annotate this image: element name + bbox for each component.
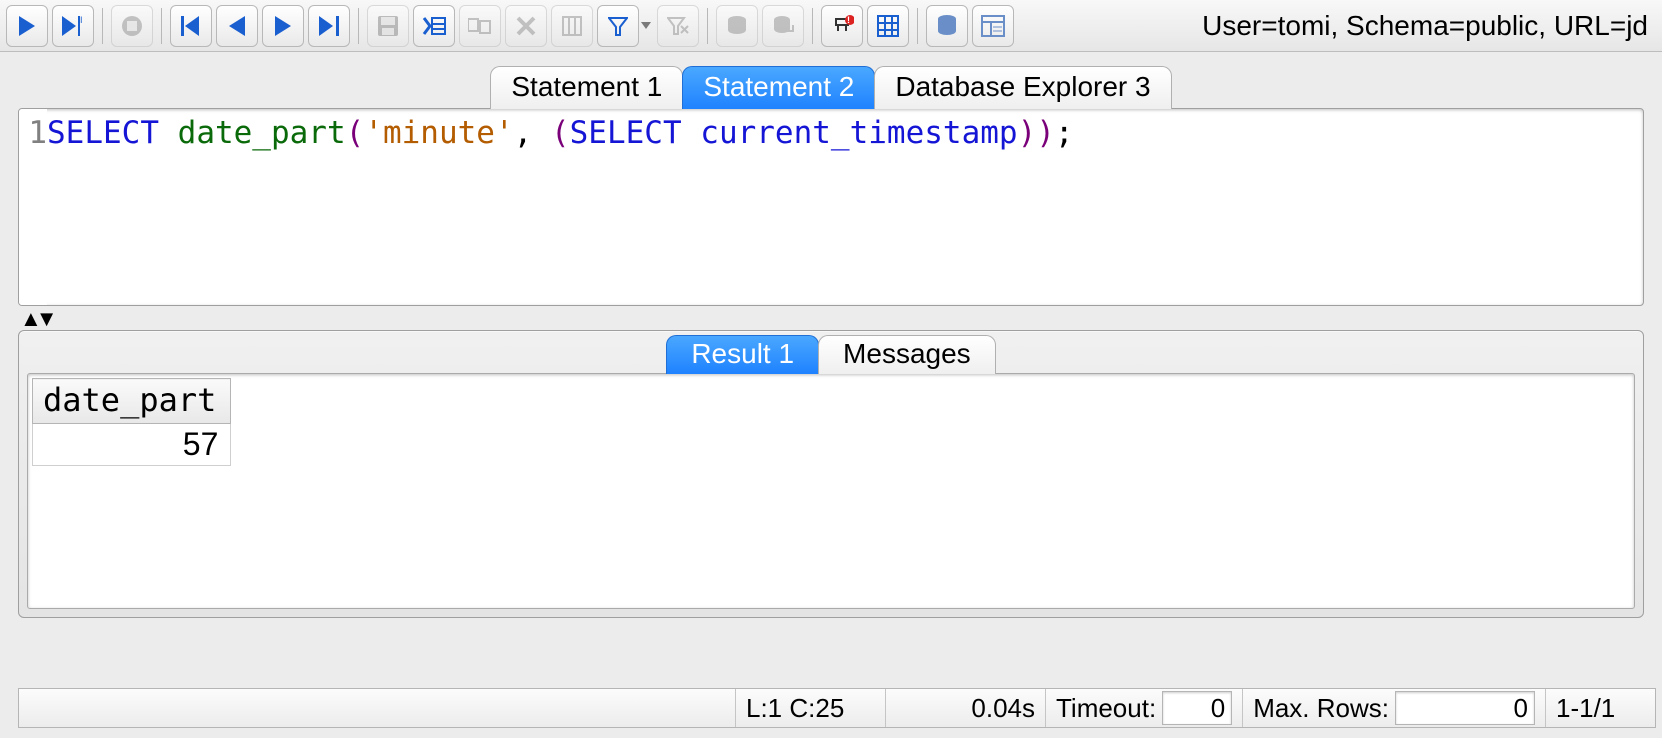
delete-row-button[interactable] [505, 5, 547, 47]
filter-button[interactable] [597, 5, 639, 47]
status-spacer [19, 689, 735, 727]
timeout-label: Timeout: [1056, 693, 1156, 724]
grid-options-button[interactable] [867, 5, 909, 47]
main-panel: Statement 1 Statement 2 Database Explore… [18, 66, 1644, 618]
toolbar: I [0, 0, 1662, 52]
run-button[interactable] [6, 5, 48, 47]
next-record-button[interactable] [262, 5, 304, 47]
timeout-input[interactable] [1162, 691, 1232, 725]
sql-editor[interactable]: 1 SELECT date_part('minute', (SELECT cur… [18, 108, 1644, 306]
insert-row-button[interactable] [413, 5, 455, 47]
column-header[interactable]: date_part [33, 379, 231, 424]
result-panel: Result 1 Messages date_part 57 [18, 330, 1644, 618]
tab-statement-1[interactable]: Statement 1 [490, 66, 683, 109]
svg-text:I: I [80, 16, 83, 25]
maxrows-field: Max. Rows: [1242, 689, 1545, 727]
status-bar: L:1 C:25 0.04s Timeout: Max. Rows: 1-1/1 [18, 688, 1656, 728]
prev-record-button[interactable] [216, 5, 258, 47]
tab-result-1[interactable]: Result 1 [666, 335, 819, 374]
statement-tabs: Statement 1 Statement 2 Database Explore… [18, 66, 1644, 108]
select-columns-button[interactable] [551, 5, 593, 47]
save-button[interactable] [367, 5, 409, 47]
stop-button[interactable] [111, 5, 153, 47]
run-cursor-button[interactable]: I [52, 5, 94, 47]
cell-value[interactable]: 57 [33, 424, 231, 466]
commit-button[interactable] [716, 5, 758, 47]
show-details-button[interactable] [972, 5, 1014, 47]
line-number: 1 [19, 109, 47, 305]
sql-code[interactable]: SELECT date_part('minute', (SELECT curre… [47, 109, 1074, 305]
reconnect-button[interactable]: ! [821, 5, 863, 47]
elapsed-time: 0.04s [885, 689, 1045, 727]
tab-messages[interactable]: Messages [818, 335, 996, 374]
cursor-position: L:1 C:25 [735, 689, 885, 727]
tab-statement-2[interactable]: Statement 2 [682, 66, 875, 109]
timeout-field: Timeout: [1045, 689, 1242, 727]
connection-label: User=tomi, Schema=public, URL=jd [1202, 10, 1656, 42]
copy-row-button[interactable] [459, 5, 501, 47]
table-row: 57 [33, 424, 231, 466]
clear-filter-button[interactable] [657, 5, 699, 47]
rollback-button[interactable] [762, 5, 804, 47]
maxrows-label: Max. Rows: [1253, 693, 1389, 724]
row-range: 1-1/1 [1545, 689, 1655, 727]
result-grid[interactable]: date_part 57 [27, 373, 1635, 609]
splitter-handle[interactable]: ▲▼ [18, 306, 1644, 330]
last-record-button[interactable] [308, 5, 350, 47]
first-record-button[interactable] [170, 5, 212, 47]
svg-text:!: ! [847, 15, 850, 25]
maxrows-input[interactable] [1395, 691, 1535, 725]
db-explorer-button[interactable] [926, 5, 968, 47]
result-tabs: Result 1 Messages [19, 331, 1643, 373]
filter-dropdown-caret[interactable] [639, 5, 653, 47]
tab-db-explorer-3[interactable]: Database Explorer 3 [874, 66, 1171, 109]
